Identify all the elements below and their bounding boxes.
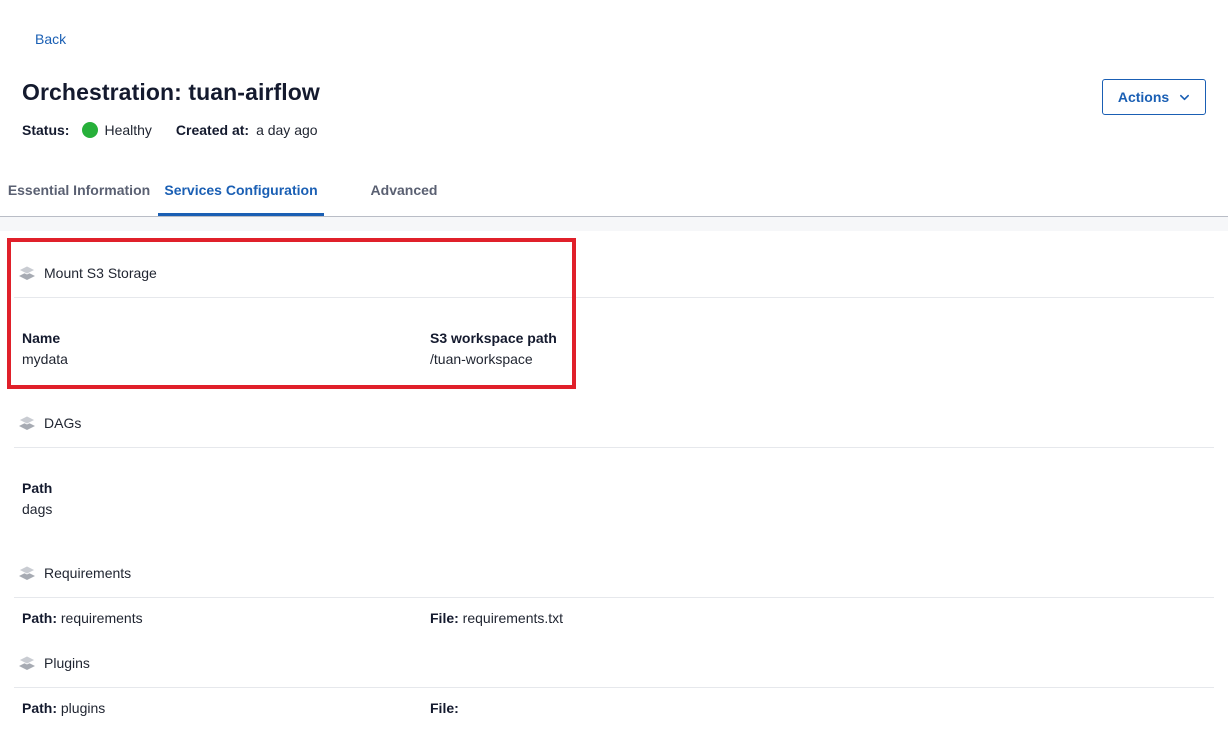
plugins-path-label: Path: xyxy=(22,700,57,716)
field-label-name: Name xyxy=(22,330,61,346)
layers-icon xyxy=(18,565,36,580)
section-title-mount-s3: Mount S3 Storage xyxy=(44,264,157,281)
requirements-path-field: Path: requirements xyxy=(22,610,143,626)
requirements-file-label: File: xyxy=(430,610,459,626)
tab-services-configuration[interactable]: Services Configuration xyxy=(158,168,324,216)
content-top-band xyxy=(0,217,1228,231)
created-value: a day ago xyxy=(256,122,318,138)
requirements-file-field: File: requirements.txt xyxy=(430,610,563,626)
tab-bar: Essential Information Services Configura… xyxy=(0,168,1228,217)
page-title: Orchestration: tuan-airflow xyxy=(22,79,320,105)
layers-icon xyxy=(18,265,36,280)
section-title-plugins: Plugins xyxy=(44,654,90,671)
requirements-file-value: requirements.txt xyxy=(462,610,564,626)
status-row: Status: Healthy Created at: a day ago xyxy=(22,121,318,139)
section-header-dags: DAGs xyxy=(14,398,1214,448)
status-healthy-icon xyxy=(82,122,99,138)
section-title-dags: DAGs xyxy=(44,414,82,431)
section-header-mount-s3: Mount S3 Storage xyxy=(14,248,1214,298)
field-label-dags-path: Path xyxy=(22,480,53,496)
field-value-dags-path: dags xyxy=(22,501,53,517)
plugins-path-value: plugins xyxy=(60,700,106,716)
section-header-requirements: Requirements xyxy=(14,548,1214,598)
tab-essential-information[interactable]: Essential Information xyxy=(0,168,158,216)
status-value: Healthy xyxy=(104,122,152,138)
status-label: Status: xyxy=(22,122,70,138)
field-value-name: mydata xyxy=(22,351,68,367)
plugins-file-field: File: xyxy=(430,700,459,716)
requirements-path-value: requirements xyxy=(60,610,143,626)
layers-icon xyxy=(18,415,36,430)
requirements-path-label: Path: xyxy=(22,610,57,626)
section-title-requirements: Requirements xyxy=(44,564,132,581)
plugins-path-field: Path: plugins xyxy=(22,700,105,716)
created-label: Created at: xyxy=(175,122,250,138)
layers-icon xyxy=(18,655,36,670)
plugins-file-label: File: xyxy=(430,700,459,716)
field-label-s3-workspace-path: S3 workspace path xyxy=(430,330,557,346)
field-value-s3-workspace-path: /tuan-workspace xyxy=(430,351,533,367)
back-link[interactable]: Back xyxy=(35,31,66,47)
tab-advanced[interactable]: Advanced xyxy=(324,168,484,216)
chevron-down-icon xyxy=(1180,94,1190,100)
actions-button-label: Actions xyxy=(1117,89,1170,105)
section-header-plugins: Plugins xyxy=(14,638,1214,688)
actions-button[interactable]: Actions xyxy=(1102,79,1206,115)
